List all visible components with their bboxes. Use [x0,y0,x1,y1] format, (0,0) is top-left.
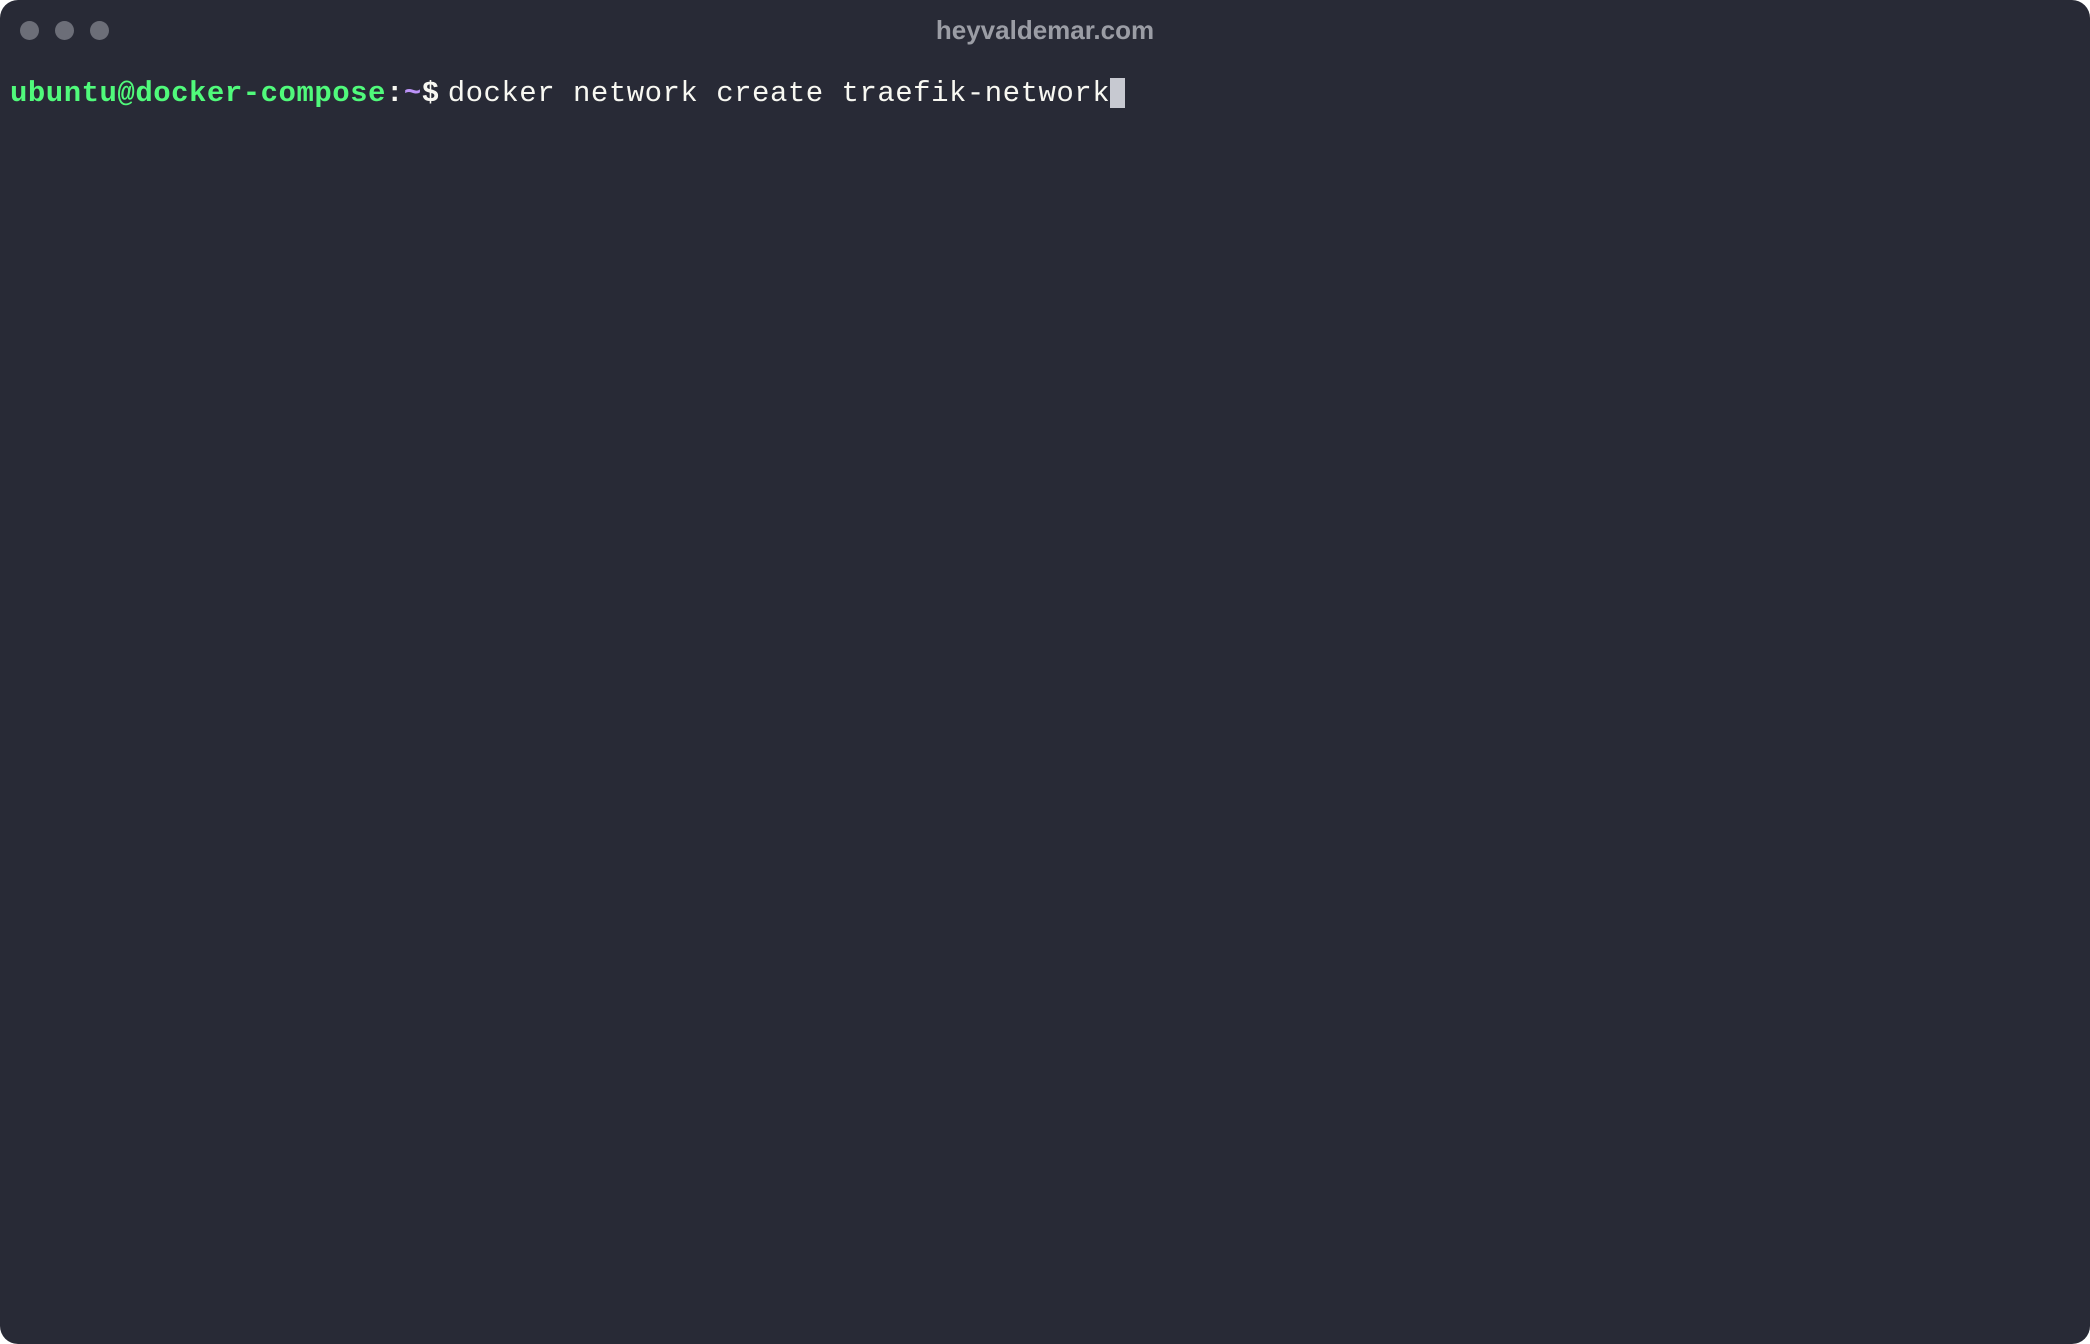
prompt-user-host: ubuntu@docker-compose [10,74,386,113]
terminal-window: heyvaldemar.com ubuntu@docker-compose:~$… [0,0,2090,1344]
close-button[interactable] [20,21,39,40]
window-title: heyvaldemar.com [936,15,1154,46]
window-controls [20,21,109,40]
terminal-body[interactable]: ubuntu@docker-compose:~$docker network c… [0,60,2090,1344]
prompt-path: ~ [404,74,422,113]
prompt-line: ubuntu@docker-compose:~$docker network c… [10,74,2080,113]
maximize-button[interactable] [90,21,109,40]
prompt-colon: : [386,74,404,113]
prompt-symbol: $ [422,74,440,113]
command-input[interactable]: docker network create traefik-network [448,74,1110,113]
cursor-icon [1110,78,1125,108]
title-bar: heyvaldemar.com [0,0,2090,60]
minimize-button[interactable] [55,21,74,40]
